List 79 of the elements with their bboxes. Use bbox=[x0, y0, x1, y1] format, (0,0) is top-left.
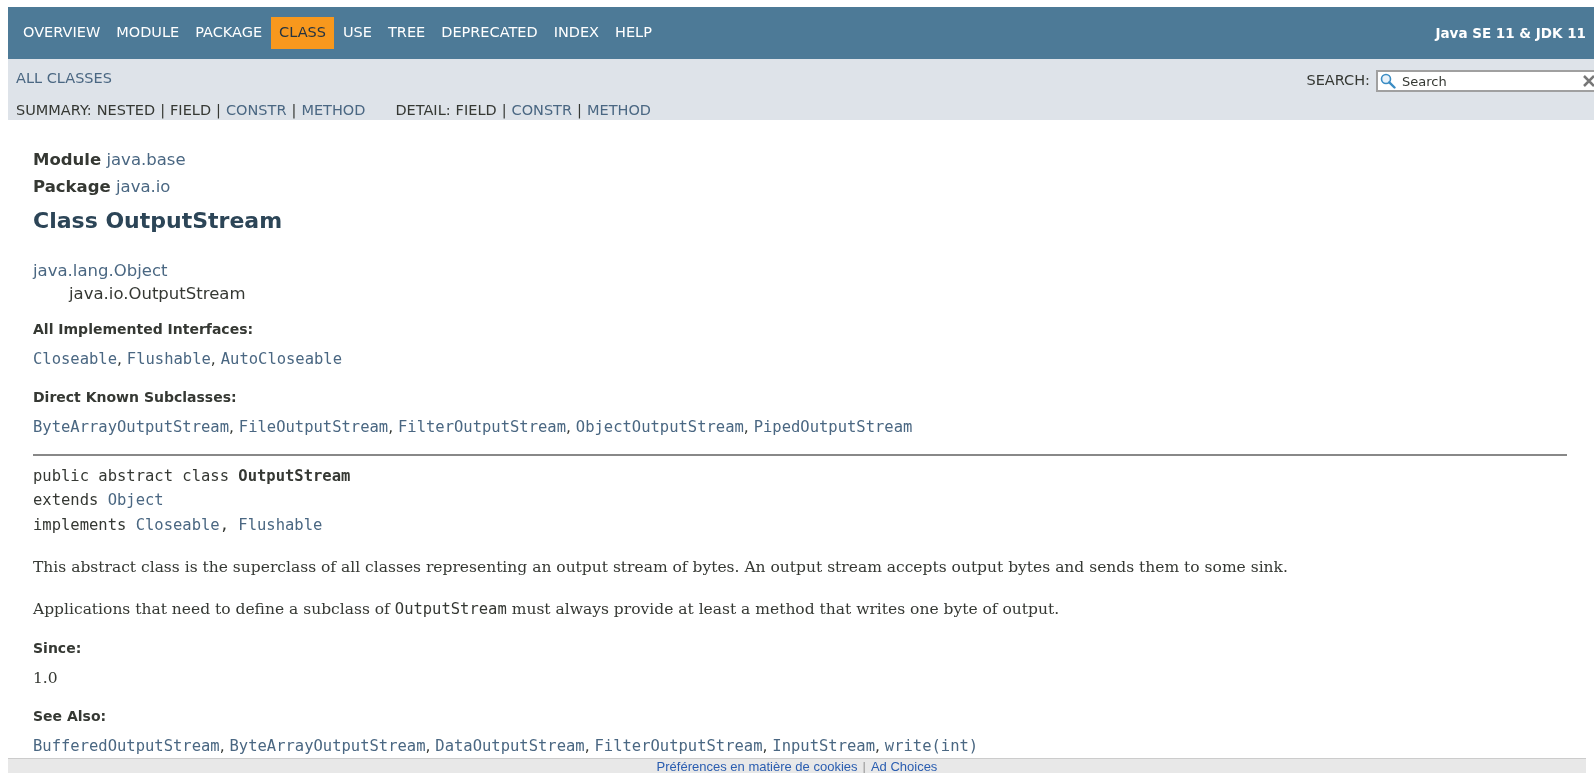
comma: , bbox=[762, 736, 769, 755]
interface-link[interactable]: Closeable bbox=[135, 515, 220, 534]
comma: , bbox=[584, 736, 591, 755]
subclass-link[interactable]: ObjectOutputStream bbox=[575, 418, 744, 437]
clear-icon[interactable] bbox=[1583, 75, 1594, 87]
detail-label: DETAIL: bbox=[395, 101, 451, 120]
version-label: Java SE 11 & JDK 11 bbox=[1435, 23, 1586, 43]
comma: , bbox=[117, 350, 123, 368]
summary-item: NESTED bbox=[96, 101, 156, 120]
since-value: 1.0 bbox=[33, 667, 59, 689]
see-also-link[interactable]: FilterOutputStream bbox=[594, 736, 763, 755]
nav-tab[interactable]: MODULE bbox=[109, 17, 187, 49]
module-link[interactable]: java.base bbox=[106, 150, 186, 169]
separator: | bbox=[160, 101, 166, 121]
summary-link[interactable]: METHOD bbox=[301, 100, 366, 122]
detail-item: FIELD bbox=[455, 101, 497, 120]
search-field[interactable]: Search bbox=[1376, 70, 1594, 92]
section-heading: All Implemented Interfaces: bbox=[33, 320, 255, 339]
footer-link[interactable]: Préférences en matière de cookies bbox=[656, 759, 858, 773]
all-classes-link[interactable]: ALL CLASSES bbox=[16, 68, 112, 90]
comma: , bbox=[388, 418, 395, 437]
separator: | bbox=[577, 101, 582, 121]
comma: , bbox=[875, 736, 881, 755]
nav-tab[interactable]: PACKAGE bbox=[188, 17, 270, 49]
interface-link[interactable]: AutoCloseable bbox=[220, 350, 343, 368]
subclass-link[interactable]: PipedOutputStream bbox=[753, 418, 913, 437]
search-icon bbox=[1380, 73, 1396, 89]
signature-text: public abstract class bbox=[33, 466, 230, 485]
comma: , bbox=[210, 350, 217, 368]
comma: , bbox=[228, 418, 235, 437]
nav-tab[interactable]: CLASS bbox=[271, 17, 334, 49]
separator: | bbox=[216, 101, 221, 121]
signature-text: extends bbox=[33, 491, 100, 509]
summary-link[interactable]: CONSTR bbox=[225, 100, 287, 122]
superclass-link[interactable]: Object bbox=[107, 491, 164, 509]
nav-tab[interactable]: TREE bbox=[380, 17, 433, 49]
package-label: Package bbox=[33, 177, 111, 196]
interface-link[interactable]: Closeable bbox=[33, 350, 117, 368]
see-also-link[interactable]: DataOutputStream bbox=[435, 736, 585, 755]
subclass-link[interactable]: FilterOutputStream bbox=[398, 418, 566, 437]
comma: , bbox=[425, 736, 432, 755]
nav-tab[interactable]: OVERVIEW bbox=[16, 17, 108, 49]
class-name: java.io.OutputStream bbox=[67, 283, 247, 305]
see-also-link[interactable]: write(int) bbox=[884, 736, 979, 755]
see-also-link[interactable]: InputStream bbox=[772, 736, 875, 755]
section-heading: See Also: bbox=[33, 706, 108, 726]
superclass-link[interactable]: java.lang.Object bbox=[33, 259, 168, 282]
description-paragraph: This abstract class is the superclass of all classes representing an output stream of bytes. An output stream accepts output bytes and sends them to some sink. bbox=[33, 557, 1289, 578]
signature-text: implements bbox=[33, 515, 128, 534]
see-also-link[interactable]: ByteArrayOutputStream bbox=[229, 736, 426, 755]
package-link[interactable]: java.io bbox=[115, 177, 171, 196]
comma: , bbox=[219, 515, 230, 534]
section-heading: Direct Known Subclasses: bbox=[33, 388, 238, 408]
separator: | bbox=[862, 759, 866, 773]
interface-link[interactable]: Flushable bbox=[126, 350, 211, 368]
detail-link[interactable]: CONSTR bbox=[511, 100, 573, 122]
description-paragraph: Applications that need to define a subclass of OutputStream must always provide at least a method that writes one byte of output. bbox=[33, 599, 1061, 621]
separator: | bbox=[291, 101, 297, 121]
comma: , bbox=[219, 736, 226, 755]
summary-label: SUMMARY: bbox=[16, 101, 92, 120]
section-heading: Since: bbox=[33, 638, 83, 658]
class-title: Class OutputStream bbox=[33, 207, 284, 235]
comma: , bbox=[743, 418, 750, 437]
module-label: Module bbox=[33, 150, 102, 169]
footer-link[interactable]: Ad Choices bbox=[870, 759, 938, 773]
subclass-link[interactable]: FileOutputStream bbox=[238, 418, 389, 437]
comma: , bbox=[566, 418, 572, 437]
interface-link[interactable]: Flushable bbox=[238, 515, 323, 534]
signature-class-name: OutputStream bbox=[238, 466, 351, 485]
nav-tab[interactable]: USE bbox=[335, 17, 379, 49]
search-label: SEARCH: bbox=[1306, 71, 1370, 91]
subclass-link[interactable]: ByteArrayOutputStream bbox=[33, 418, 229, 437]
nav-tab[interactable]: DEPRECATED bbox=[434, 17, 545, 49]
separator: | bbox=[501, 101, 507, 121]
detail-link[interactable]: METHOD bbox=[586, 100, 651, 122]
nav-tab[interactable]: HELP bbox=[608, 17, 659, 49]
see-also-link[interactable]: BufferedOutputStream bbox=[33, 736, 220, 755]
nav-tab[interactable]: INDEX bbox=[546, 17, 607, 49]
summary-item: FIELD bbox=[170, 101, 212, 120]
